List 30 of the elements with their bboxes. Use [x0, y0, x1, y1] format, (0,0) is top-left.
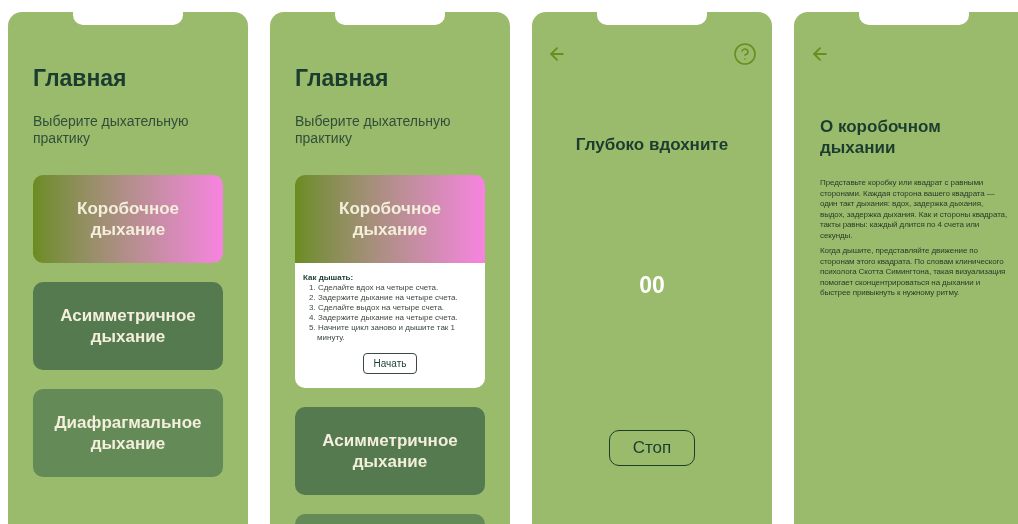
counter: 00: [639, 270, 665, 300]
instruction-step: 4. Задержите дыхание на четыре счета.: [303, 313, 477, 323]
practice-card[interactable]: Коробочное дыхание: [33, 175, 223, 263]
screen-subtitle: Выберите дыхательную практику: [33, 113, 190, 147]
back-arrow-icon[interactable]: [810, 44, 830, 64]
back-arrow-icon[interactable]: [547, 44, 567, 64]
info-paragraph: Когда дышите, представляйте движение по сторонам этого квадрата. По словам клинического психолога Скотта Симингтона, такая визуализация помогает сконцентрироваться на дыхании и быстрее привыкнуть к нужному ритму.: [820, 246, 1007, 299]
exercise-instruction: Глубоко вдохните: [575, 134, 729, 156]
practice-title: Коробочное дыхание: [338, 198, 442, 240]
instruction-step: 1. Сделайте вдох на четыре счета.: [303, 283, 477, 293]
info-title: О коробочном дыхании: [819, 116, 942, 158]
instructions-heading: Как дышать:: [303, 273, 355, 283]
info-paragraph: Представьте коробку или квадрат с равными сторонами. Каждая сторона вашего квадрата — один такт дыхания: вдох, задержка дыхания, выдох, задержка дыхания. Как и стороны квадрата, такты равны: каждый длится по 4 счета или секунды.: [820, 178, 1008, 241]
help-icon[interactable]: [733, 42, 757, 66]
screen-subtitle: Выберите дыхательную практику: [295, 113, 452, 147]
practice-title: Асимметричное дыхание: [59, 305, 197, 347]
practice-title: Диафрагмальное дыхание: [53, 412, 203, 454]
instruction-step: 2. Задержите дыхание на четыре счета.: [303, 293, 477, 303]
practice-card[interactable]: Диафрагмальное дыхание: [33, 389, 223, 477]
screen-title: Главная: [295, 65, 390, 91]
instruction-step: 3. Сделайте выдох на четыре счета.: [303, 303, 477, 313]
practice-title: Коробочное дыхание: [76, 198, 180, 240]
practice-card[interactable]: Асимметричное дыхание: [33, 282, 223, 370]
stop-button[interactable]: Стоп: [609, 430, 695, 466]
practice-title: Асимметричное дыхание: [321, 430, 459, 472]
practice-card[interactable]: Коробочное дыхание: [295, 175, 485, 263]
practice-card[interactable]: Асимметричное дыхание: [295, 407, 485, 495]
start-button[interactable]: Начать: [362, 353, 418, 374]
instruction-step: 5. Начните цикл заново и дышите так 1 минуту.: [303, 323, 477, 343]
screen-title: Главная: [33, 65, 128, 91]
